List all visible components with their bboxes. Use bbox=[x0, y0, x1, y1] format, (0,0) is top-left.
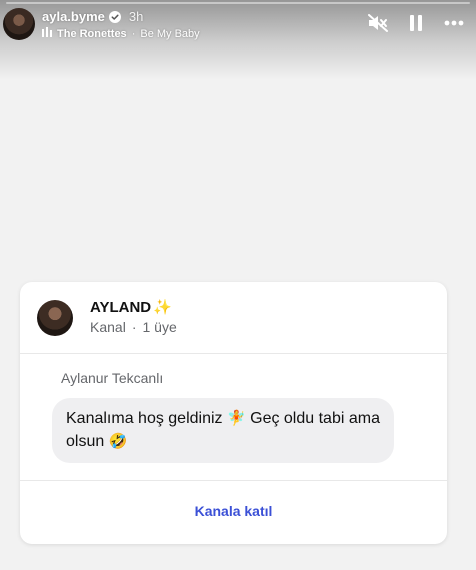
divider bbox=[20, 480, 447, 481]
laughing-emoji-icon: 🤣 bbox=[108, 432, 128, 450]
divider bbox=[20, 353, 447, 354]
story-header: ayla.byme 3h The Ronettes · Be My Baby bbox=[0, 5, 476, 45]
channel-name: AYLAND bbox=[90, 298, 152, 316]
story-user-line: ayla.byme 3h bbox=[42, 9, 143, 24]
verified-badge-icon bbox=[108, 10, 121, 23]
message-bubble: Kanalıma hoş geldiniz 🧚 Geç oldu tabi am… bbox=[52, 398, 394, 463]
channel-members: 1 üye bbox=[142, 319, 177, 335]
message-text-1: Kanalıma hoş geldiniz bbox=[66, 410, 227, 427]
more-icon[interactable] bbox=[444, 13, 464, 33]
join-channel-button[interactable]: Kanala katıl bbox=[20, 503, 447, 519]
username[interactable]: ayla.byme bbox=[42, 9, 105, 24]
mute-icon[interactable] bbox=[368, 13, 388, 33]
meta-dot: · bbox=[131, 319, 137, 335]
music-artist: The Ronettes bbox=[57, 27, 127, 40]
sparkles-icon: ✨ bbox=[153, 298, 172, 316]
channel-card[interactable]: AYLAND ✨ Kanal · 1 üye Aylanur Tekcanlı … bbox=[20, 282, 447, 544]
channel-type: Kanal bbox=[90, 319, 126, 335]
fairy-emoji-icon: 🧚 bbox=[226, 409, 246, 427]
pause-icon[interactable] bbox=[406, 13, 426, 33]
music-separator: · bbox=[131, 27, 136, 40]
music-bars-icon bbox=[42, 27, 52, 40]
music-song: Be My Baby bbox=[140, 27, 200, 40]
story-progress-bar bbox=[6, 2, 470, 4]
message-sender: Aylanur Tekcanlı bbox=[61, 370, 164, 386]
music-info[interactable]: The Ronettes · Be My Baby bbox=[42, 27, 200, 40]
channel-avatar[interactable] bbox=[37, 300, 73, 336]
channel-title[interactable]: AYLAND ✨ bbox=[90, 298, 172, 316]
channel-meta: Kanal · 1 üye bbox=[90, 319, 177, 335]
avatar[interactable] bbox=[3, 8, 35, 40]
story-controls bbox=[368, 13, 464, 33]
story-time: 3h bbox=[128, 9, 144, 24]
